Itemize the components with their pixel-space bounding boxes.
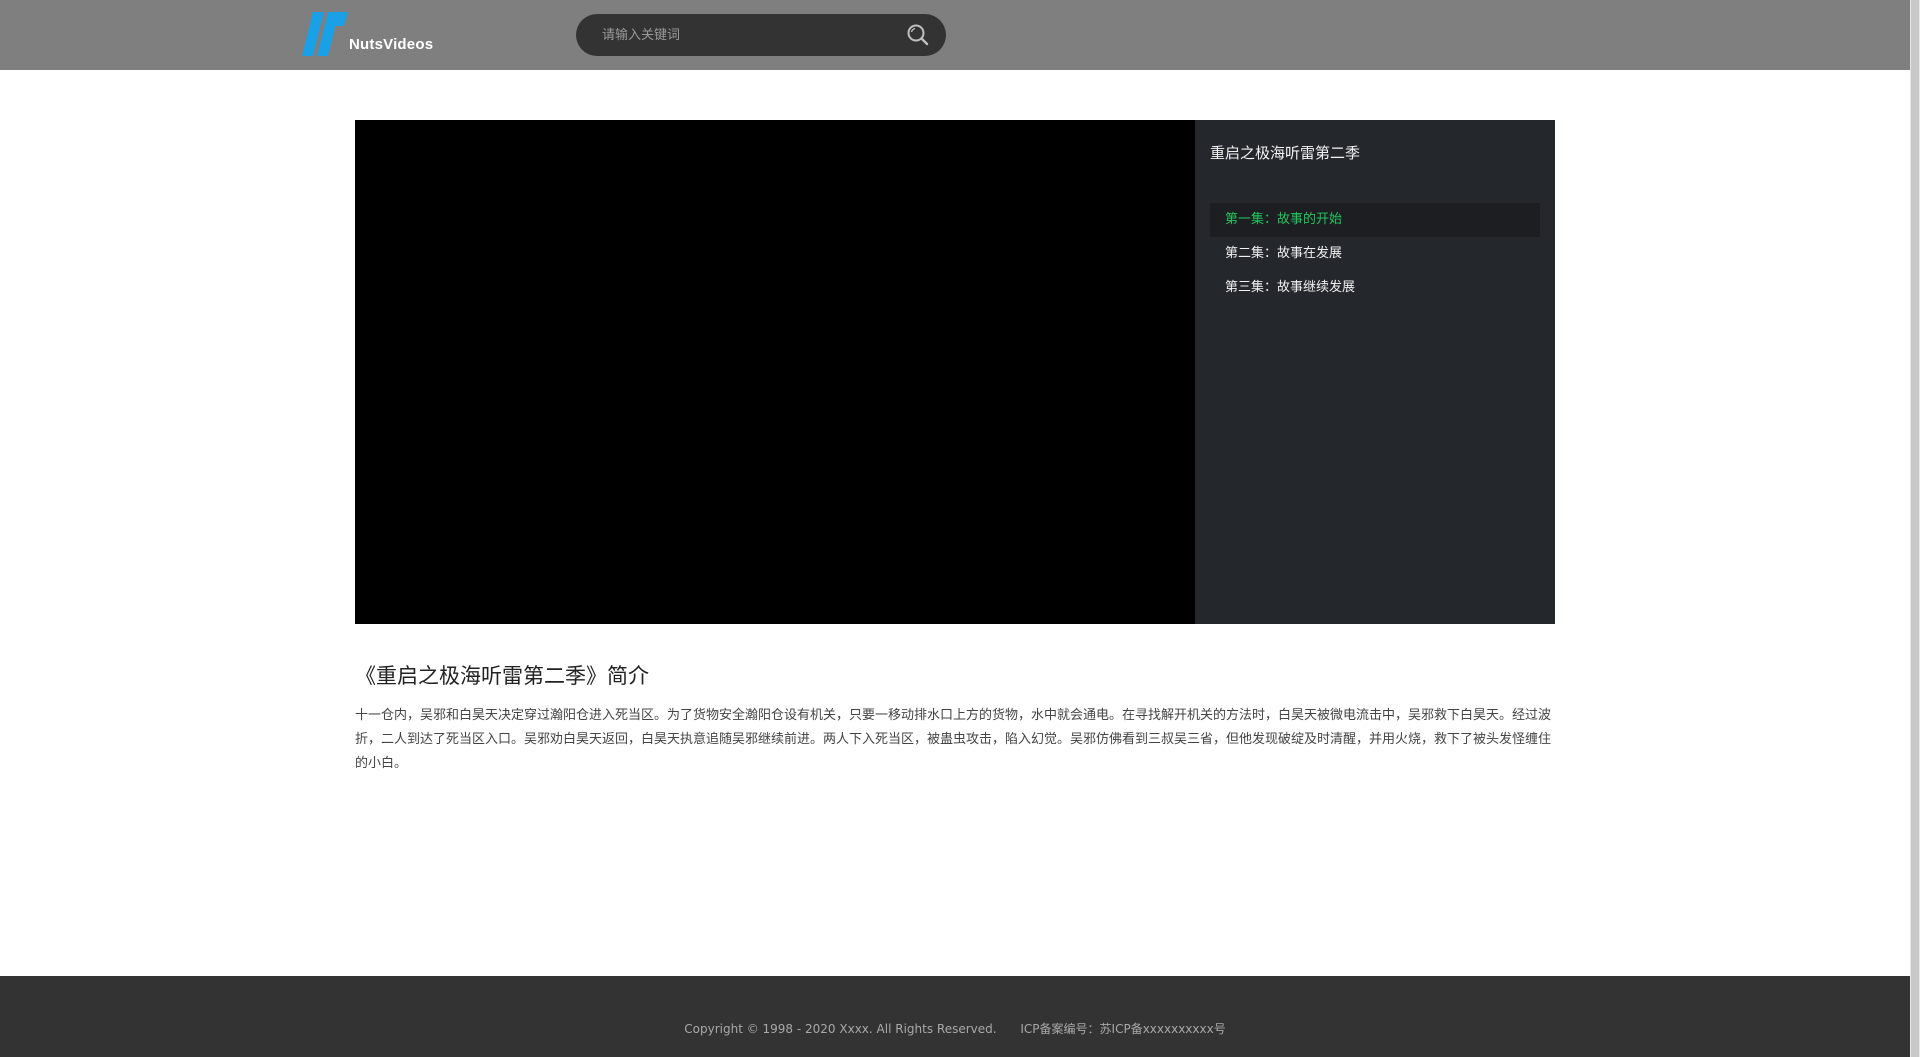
page-footer: Copyright © 1998 - 2020 Xxxx. All Rights… — [0, 976, 1910, 1057]
footer-text: Copyright © 1998 - 2020 Xxxx. All Rights… — [0, 1020, 1910, 1037]
episode-panel: 重启之极海听雷第二季 第一集：故事的开始 第二集：故事在发展 第三集：故事继续发… — [1195, 120, 1555, 624]
episode-label: 第三集：故事继续发展 — [1225, 280, 1356, 295]
copyright-text: Copyright © 1998 - 2020 Xxxx. All Rights… — [684, 1022, 997, 1036]
logo[interactable]: NutsVideos — [302, 12, 462, 60]
scrollbar-thumb[interactable] — [1911, 0, 1919, 1057]
intro-description: 十一仓内，吴邪和白昊天决定穿过瀚阳仓进入死当区。为了货物安全瀚阳仓设有机关，只要… — [355, 708, 1552, 771]
episode-list: 第一集：故事的开始 第二集：故事在发展 第三集：故事继续发展 — [1210, 203, 1540, 305]
logo-mark-icon — [302, 12, 348, 56]
search-button[interactable] — [906, 23, 932, 47]
episode-label: 第二集：故事在发展 — [1225, 246, 1343, 261]
vertical-scrollbar[interactable] — [1910, 0, 1920, 1057]
episode-item-1[interactable]: 第一集：故事的开始 — [1210, 203, 1540, 237]
episode-item-3[interactable]: 第三集：故事继续发展 — [1210, 271, 1540, 305]
top-header: NutsVideos — [0, 0, 1910, 70]
search-bar — [576, 14, 946, 56]
episode-label: 第一集：故事的开始 — [1225, 212, 1343, 227]
icp-text: ICP备案编号：苏ICP备xxxxxxxxxx号 — [1020, 1022, 1226, 1036]
episode-item-2[interactable]: 第二集：故事在发展 — [1210, 237, 1540, 271]
series-title: 重启之极海听雷第二季 — [1210, 144, 1361, 162]
video-player[interactable] — [355, 120, 1195, 624]
search-input[interactable] — [602, 14, 882, 56]
intro-title: 《重启之极海听雷第二季》简介 — [355, 664, 649, 688]
logo-text: NutsVideos — [349, 36, 434, 53]
search-icon — [907, 24, 929, 46]
